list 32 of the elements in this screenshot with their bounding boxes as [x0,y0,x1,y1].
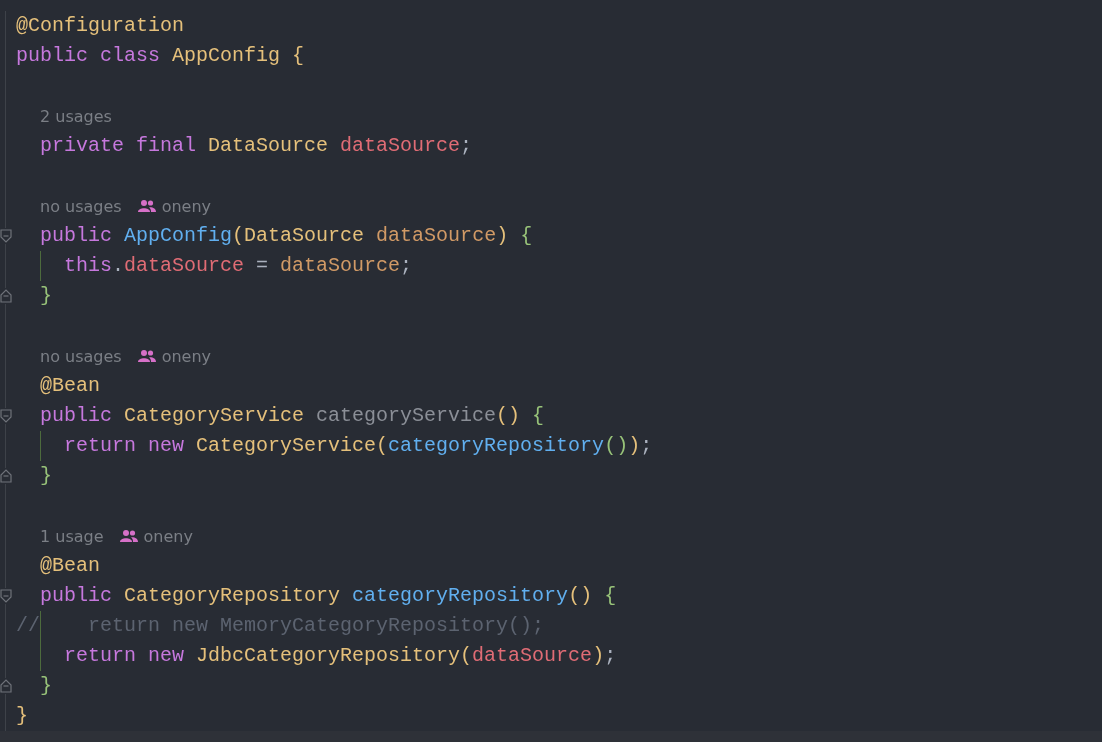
code-line: } [39,463,52,489]
code-line: private final DataSource dataSource; [39,133,473,159]
author-hint[interactable]: oneny [161,346,212,366]
usage-hint[interactable]: 2 usages [40,106,112,126]
code-line: return new CategoryService(categoryRepository()); [63,433,653,459]
code-line: } [16,703,28,729]
fold-icon[interactable] [0,228,12,244]
code-line: } [39,673,52,699]
people-icon [137,200,156,212]
code-line: this.dataSource = dataSource; [63,253,413,279]
author-hint[interactable]: oneny [143,526,193,546]
code-line: public CategoryRepository categoryRepository() { [39,583,617,609]
fold-icon[interactable] [0,468,12,484]
code-line: @Bean [39,553,100,579]
fold-icon[interactable] [0,588,12,604]
fold-icon[interactable] [0,288,12,304]
fold-icon[interactable] [0,678,12,694]
people-icon [137,350,156,362]
usage-hint[interactable]: 1 usage [40,526,104,546]
code-line: public class AppConfig { [16,43,305,69]
usage-hint[interactable]: no usages [40,196,122,216]
code-line: public AppConfig(DataSource dataSource) { [39,223,533,249]
code-line: @Bean [39,373,100,399]
usage-hint[interactable]: no usages [40,346,122,366]
code-line: @Configuration [16,13,185,39]
fold-icon[interactable] [0,408,12,424]
code-line: } [39,283,52,309]
code-line: return new JdbcCategoryRepository(dataSource); [63,643,617,669]
code-line: // return new MemoryCategoryRepository(); [16,613,545,639]
code-line: public CategoryService categoryService() { [39,403,545,429]
author-hint[interactable]: oneny [161,196,212,216]
people-icon [119,530,138,542]
